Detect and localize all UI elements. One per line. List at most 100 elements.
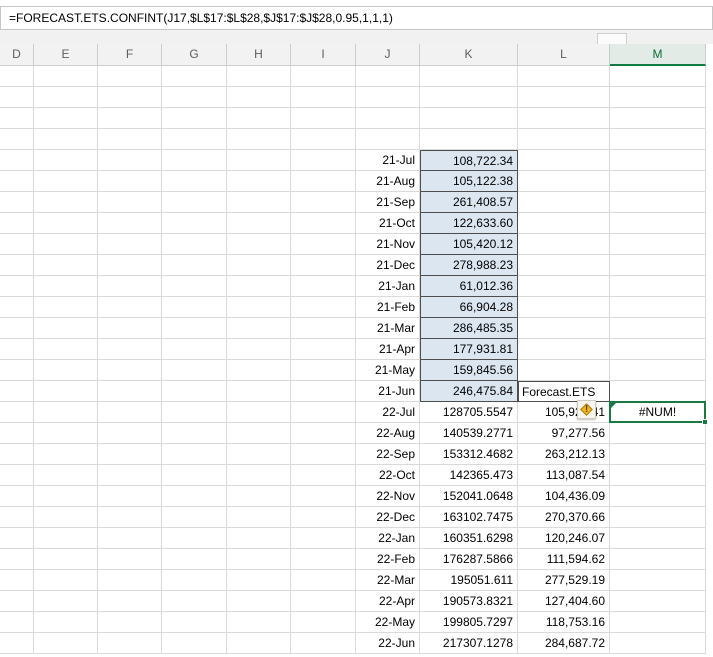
cell-G4[interactable] bbox=[162, 129, 227, 150]
cell-G23[interactable] bbox=[162, 528, 227, 549]
cell-F5[interactable] bbox=[98, 150, 162, 171]
cell-J11[interactable]: 21-Jan bbox=[356, 276, 420, 297]
cell-G16[interactable] bbox=[162, 381, 227, 402]
cell-I3[interactable] bbox=[291, 108, 356, 129]
cell-L9[interactable] bbox=[518, 234, 610, 255]
cell-M26[interactable] bbox=[610, 591, 706, 612]
cell-E7[interactable] bbox=[34, 192, 98, 213]
cell-D7[interactable] bbox=[0, 192, 34, 213]
cell-G6[interactable] bbox=[162, 171, 227, 192]
cell-F13[interactable] bbox=[98, 318, 162, 339]
cell-I6[interactable] bbox=[291, 171, 356, 192]
cell-L8[interactable] bbox=[518, 213, 610, 234]
cell-E2[interactable] bbox=[34, 87, 98, 108]
cell-I28[interactable] bbox=[291, 633, 356, 654]
cell-J21[interactable]: 22-Nov bbox=[356, 486, 420, 507]
cell-M17[interactable]: #NUM! bbox=[609, 401, 708, 425]
cell-D6[interactable] bbox=[0, 171, 34, 192]
cell-J25[interactable]: 22-Mar bbox=[356, 570, 420, 591]
cell-F1[interactable] bbox=[98, 66, 162, 87]
cell-K3[interactable] bbox=[420, 108, 518, 129]
cell-M27[interactable] bbox=[610, 612, 706, 633]
column-header-F[interactable]: F bbox=[98, 44, 162, 66]
cell-K13[interactable]: 286,485.35 bbox=[420, 318, 518, 339]
cell-L1[interactable] bbox=[518, 66, 610, 87]
cell-G28[interactable] bbox=[162, 633, 227, 654]
cell-I25[interactable] bbox=[291, 570, 356, 591]
cell-M24[interactable] bbox=[610, 549, 706, 570]
cell-H9[interactable] bbox=[227, 234, 291, 255]
cell-J27[interactable]: 22-May bbox=[356, 612, 420, 633]
column-header-L[interactable]: L bbox=[518, 44, 610, 66]
cell-G20[interactable] bbox=[162, 465, 227, 486]
cell-H8[interactable] bbox=[227, 213, 291, 234]
cell-D1[interactable] bbox=[0, 66, 34, 87]
cell-F24[interactable] bbox=[98, 549, 162, 570]
cell-L18[interactable]: 97,277.56 bbox=[518, 423, 610, 444]
cell-H6[interactable] bbox=[227, 171, 291, 192]
cell-I12[interactable] bbox=[291, 297, 356, 318]
cell-F20[interactable] bbox=[98, 465, 162, 486]
cell-E14[interactable] bbox=[34, 339, 98, 360]
cell-I20[interactable] bbox=[291, 465, 356, 486]
cell-K7[interactable]: 261,408.57 bbox=[420, 192, 518, 213]
cell-E10[interactable] bbox=[34, 255, 98, 276]
cell-L21[interactable]: 104,436.09 bbox=[518, 486, 610, 507]
cell-D24[interactable] bbox=[0, 549, 34, 570]
cell-I4[interactable] bbox=[291, 129, 356, 150]
cell-F18[interactable] bbox=[98, 423, 162, 444]
cell-H4[interactable] bbox=[227, 129, 291, 150]
cell-H7[interactable] bbox=[227, 192, 291, 213]
cell-L20[interactable]: 113,087.54 bbox=[518, 465, 610, 486]
fill-handle[interactable] bbox=[702, 419, 708, 425]
cell-D9[interactable] bbox=[0, 234, 34, 255]
cell-F10[interactable] bbox=[98, 255, 162, 276]
cell-L11[interactable] bbox=[518, 276, 610, 297]
cell-E19[interactable] bbox=[34, 444, 98, 465]
cell-J20[interactable]: 22-Oct bbox=[356, 465, 420, 486]
cell-D15[interactable] bbox=[0, 360, 34, 381]
cell-L7[interactable] bbox=[518, 192, 610, 213]
cell-J23[interactable]: 22-Jan bbox=[356, 528, 420, 549]
cell-D5[interactable] bbox=[0, 150, 34, 171]
cell-K18[interactable]: 140539.2771 bbox=[420, 423, 518, 444]
column-header-I[interactable]: I bbox=[291, 44, 356, 66]
cell-L10[interactable] bbox=[518, 255, 610, 276]
cell-M28[interactable] bbox=[610, 633, 706, 654]
cell-K11[interactable]: 61,012.36 bbox=[420, 276, 518, 297]
cell-E26[interactable] bbox=[34, 591, 98, 612]
cell-K5[interactable]: 108,722.34 bbox=[420, 150, 518, 171]
cell-D10[interactable] bbox=[0, 255, 34, 276]
cell-I11[interactable] bbox=[291, 276, 356, 297]
cell-K1[interactable] bbox=[420, 66, 518, 87]
cell-M3[interactable] bbox=[610, 108, 706, 129]
cell-D3[interactable] bbox=[0, 108, 34, 129]
cell-I14[interactable] bbox=[291, 339, 356, 360]
cell-L15[interactable] bbox=[518, 360, 610, 381]
cell-K2[interactable] bbox=[420, 87, 518, 108]
cell-G19[interactable] bbox=[162, 444, 227, 465]
cell-D22[interactable] bbox=[0, 507, 34, 528]
cell-L13[interactable] bbox=[518, 318, 610, 339]
cell-D19[interactable] bbox=[0, 444, 34, 465]
cell-J2[interactable] bbox=[356, 87, 420, 108]
cell-I15[interactable] bbox=[291, 360, 356, 381]
cell-K17[interactable]: 128705.5547 bbox=[420, 402, 518, 423]
cell-F14[interactable] bbox=[98, 339, 162, 360]
cell-L2[interactable] bbox=[518, 87, 610, 108]
cell-J10[interactable]: 21-Dec bbox=[356, 255, 420, 276]
cell-E23[interactable] bbox=[34, 528, 98, 549]
cell-H11[interactable] bbox=[227, 276, 291, 297]
cell-J1[interactable] bbox=[356, 66, 420, 87]
cell-G21[interactable] bbox=[162, 486, 227, 507]
cell-E5[interactable] bbox=[34, 150, 98, 171]
cell-M2[interactable] bbox=[610, 87, 706, 108]
cell-M23[interactable] bbox=[610, 528, 706, 549]
cell-M6[interactable] bbox=[610, 171, 706, 192]
cell-M13[interactable] bbox=[610, 318, 706, 339]
cell-J15[interactable]: 21-May bbox=[356, 360, 420, 381]
cell-H16[interactable] bbox=[227, 381, 291, 402]
cell-L19[interactable]: 263,212.13 bbox=[518, 444, 610, 465]
cell-K28[interactable]: 217307.1278 bbox=[420, 633, 518, 654]
cell-H1[interactable] bbox=[227, 66, 291, 87]
